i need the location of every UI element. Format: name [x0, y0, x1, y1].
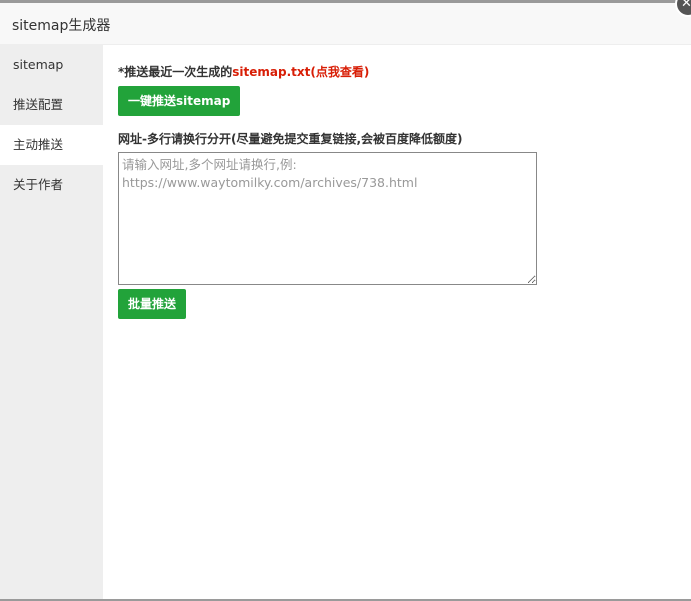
sidebar-item-active-push[interactable]: 主动推送	[0, 125, 103, 165]
push-note: *推送最近一次生成的sitemap.txt(点我查看)	[118, 63, 691, 80]
batch-push-button[interactable]: 批量推送	[118, 289, 187, 319]
note-prefix: *推送最近一次生成的	[118, 65, 233, 79]
close-icon[interactable]: ✕	[675, 0, 691, 17]
main-content: *推送最近一次生成的sitemap.txt(点我查看) 一键推送sitemap …	[118, 45, 691, 319]
dialog-header: sitemap生成器 ✕	[0, 0, 691, 45]
sidebar-item-push-config[interactable]: 推送配置	[0, 85, 103, 125]
sitemap-txt-link[interactable]: sitemap.txt(点我查看)	[232, 65, 369, 79]
sidebar-item-about-author[interactable]: 关于作者	[0, 165, 103, 205]
push-sitemap-button[interactable]: 一键推送sitemap	[118, 86, 241, 116]
dialog-title: sitemap生成器	[12, 18, 111, 34]
urls-textarea[interactable]	[118, 152, 537, 285]
sidebar: sitemap 推送配置 主动推送 关于作者	[0, 45, 103, 599]
dialog-window: sitemap生成器 ✕ sitemap 推送配置 主动推送 关于作者 *推送最…	[0, 0, 691, 601]
sidebar-item-sitemap[interactable]: sitemap	[0, 45, 103, 85]
urls-label: 网址-多行请换行分开(尽量避免提交重复链接,会被百度降低额度)	[118, 132, 463, 146]
